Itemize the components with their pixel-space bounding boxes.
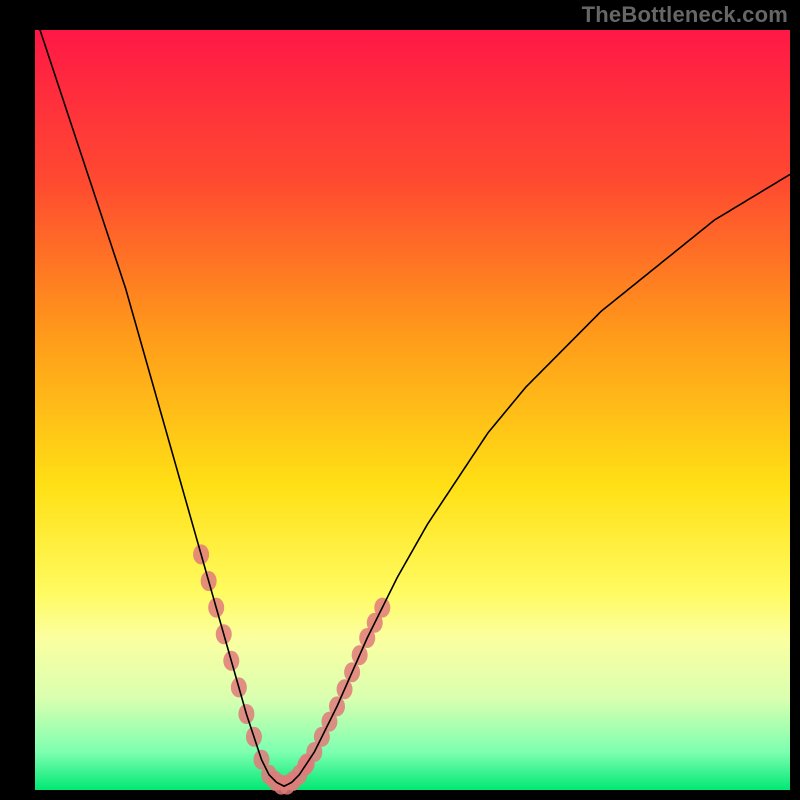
chart-frame: TheBottleneck.com — [0, 0, 800, 800]
bottleneck-chart — [0, 0, 800, 800]
watermark-text: TheBottleneck.com — [582, 2, 788, 28]
gradient-background — [35, 30, 790, 790]
